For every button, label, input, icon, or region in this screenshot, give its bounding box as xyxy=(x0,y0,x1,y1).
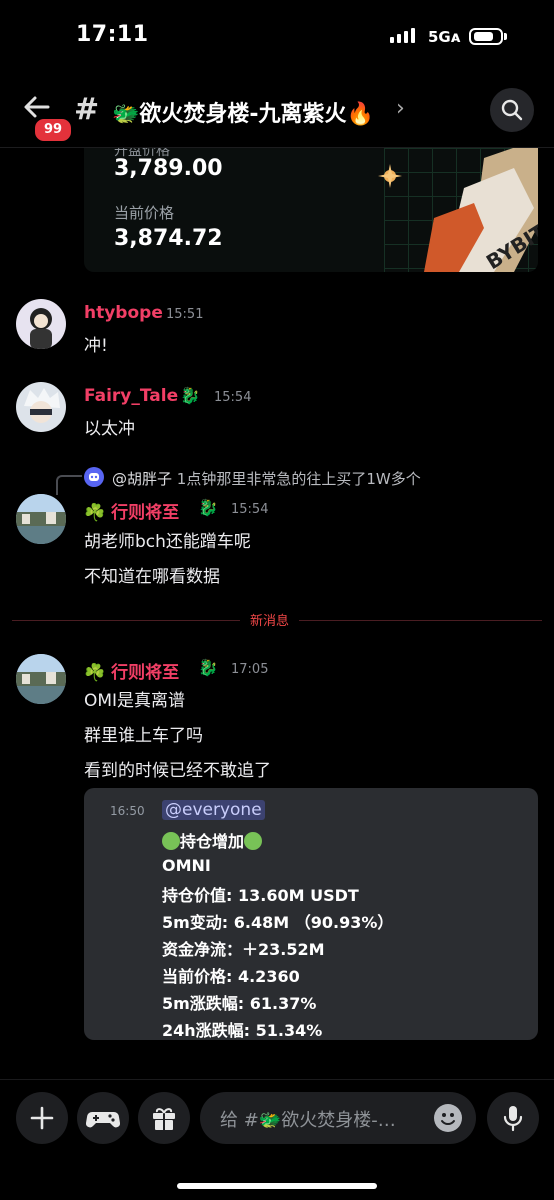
author-name[interactable]: Fairy_Tale xyxy=(84,386,178,406)
network-label: 5Gᴀ xyxy=(428,28,461,46)
embed-row: 5m涨跌幅: 61.37% xyxy=(162,994,317,1013)
embed-row: 持仓价值: 13.60M USDT xyxy=(162,886,359,905)
embed-row: 5m变动: 6.48M （90.93%） xyxy=(162,913,394,932)
home-indicator xyxy=(177,1183,377,1189)
embed-row: 当前价格: 4.2360 xyxy=(162,967,300,986)
message-input[interactable]: 给 #🐲欲火焚身楼-… xyxy=(200,1092,476,1144)
microphone-icon xyxy=(503,1106,523,1132)
unread-badge: 99 xyxy=(33,117,73,143)
embed-heading: 持仓增加 xyxy=(162,828,263,852)
avatar[interactable] xyxy=(16,654,66,704)
reply-preview[interactable]: @胡胖子 1点钟那里非常急的往上买了1W多个 xyxy=(112,468,421,489)
message-text: 不知道在哪看数据 xyxy=(84,567,220,587)
thread-icon: # xyxy=(74,92,100,127)
message-time: 15:54 xyxy=(214,390,252,405)
chevron-right-icon[interactable]: › xyxy=(396,96,405,121)
battery-tip xyxy=(504,33,507,40)
message-time: 17:05 xyxy=(231,662,269,677)
everyone-mention[interactable]: @everyone xyxy=(162,800,265,820)
plus-icon xyxy=(30,1106,54,1130)
open-price-value: 3,789.00 xyxy=(114,156,223,181)
author-name[interactable]: ☘️ 行则将至 xyxy=(84,498,179,523)
composer-divider xyxy=(0,1079,554,1080)
current-price-label: 当前价格 xyxy=(114,204,175,222)
bot-embed: 16:50 @everyone 持仓增加 OMNI 持仓价值: 13.60M U… xyxy=(84,788,538,1040)
search-icon xyxy=(501,99,523,121)
status-time: 17:11 xyxy=(76,22,149,47)
gamepad-icon xyxy=(85,1112,121,1128)
message-text: 以太冲 xyxy=(84,419,135,439)
price-card: 开盘价格 3,789.00 当前价格 3,874.72 BYBIT xyxy=(84,148,538,272)
voice-button[interactable] xyxy=(487,1092,539,1144)
author-name[interactable]: htybope xyxy=(84,303,163,323)
embed-row: 24h涨跌幅: 51.34% xyxy=(162,1021,323,1040)
message-text: 看到的时候已经不敢追了 xyxy=(84,761,271,781)
embed-time: 16:50 xyxy=(110,804,145,818)
reply-mention: @胡胖子 xyxy=(112,470,173,488)
battery-icon xyxy=(469,28,503,45)
search-button[interactable] xyxy=(490,88,534,132)
message-text: 群里谁上车了吗 xyxy=(84,726,203,746)
rocket-icon: BYBIT xyxy=(378,148,538,272)
avatar[interactable] xyxy=(16,299,66,349)
gift-icon xyxy=(153,1108,175,1130)
avatar[interactable] xyxy=(16,382,66,432)
embed-symbol: OMNI xyxy=(162,856,211,875)
message-text: 胡老师bch还能蹭车呢 xyxy=(84,532,251,552)
green-circle-icon xyxy=(162,832,180,850)
activities-button[interactable] xyxy=(77,1092,129,1144)
discord-icon xyxy=(84,467,104,487)
dragon-icon: 🐉 xyxy=(180,386,200,405)
reply-connector xyxy=(56,475,82,495)
message-input-placeholder: 给 #🐲欲火焚身楼-… xyxy=(220,1110,396,1131)
current-price-value: 3,874.72 xyxy=(114,226,223,251)
dragon-icon: 🐉 xyxy=(198,498,218,517)
message-text: OMI是真离谱 xyxy=(84,691,186,711)
embed-row: 资金净流：＋23.52M xyxy=(162,940,325,959)
new-messages-label: 新消息 xyxy=(240,610,300,629)
green-circle-icon xyxy=(244,832,263,850)
message-time: 15:54 xyxy=(231,502,269,517)
message-text: 冲! xyxy=(84,336,108,356)
reply-text: 1点钟那里非常急的往上买了1W多个 xyxy=(176,470,421,488)
signal-icon xyxy=(390,28,415,43)
gift-button[interactable] xyxy=(138,1092,190,1144)
author-name[interactable]: ☘️ 行则将至 xyxy=(84,658,179,683)
channel-title[interactable]: 🐲欲火焚身楼-九离紫火🔥 xyxy=(112,96,374,128)
message-time: 15:51 xyxy=(166,307,204,322)
add-button[interactable] xyxy=(16,1092,68,1144)
dragon-icon: 🐉 xyxy=(198,658,218,677)
avatar[interactable] xyxy=(16,494,66,544)
emoji-icon[interactable] xyxy=(434,1104,462,1132)
